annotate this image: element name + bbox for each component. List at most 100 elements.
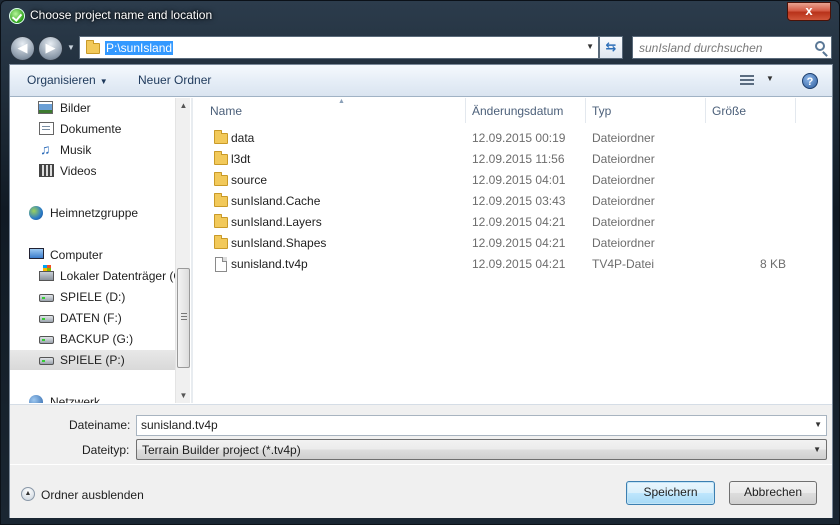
recent-locations-dropdown[interactable]: ▼ xyxy=(67,43,77,53)
table-row[interactable]: sunIsland.Cache 12.09.2015 03:43 Dateior… xyxy=(193,191,832,212)
folder-icon xyxy=(214,193,228,207)
drive-icon xyxy=(39,315,54,323)
column-divider[interactable] xyxy=(705,98,706,123)
back-button[interactable]: ◀ xyxy=(10,36,35,61)
file-date: 12.09.2015 04:21 xyxy=(472,236,566,250)
navigation-pane-scrollbar[interactable]: ▲ ▼ xyxy=(175,98,190,403)
chevron-down-icon[interactable]: ▼ xyxy=(814,420,822,429)
drive-icon xyxy=(39,294,54,302)
computer-icon xyxy=(29,248,44,259)
sidebar-item-netzwerk[interactable]: Netzwerk xyxy=(28,392,175,403)
file-type: Dateiordner xyxy=(592,131,655,145)
table-row[interactable]: l3dt 12.09.2015 11:56 Dateiordner xyxy=(193,149,832,170)
dialog-footer: ▲ Ordner ausblenden Speichern Abbrechen xyxy=(10,465,832,518)
search-input[interactable] xyxy=(639,41,809,55)
column-header-size[interactable]: Größe xyxy=(712,104,746,118)
dialog-client-area: Organisieren ▼ Neuer Ordner ▼ ? Bilder Do… xyxy=(9,64,833,518)
refresh-button[interactable]: ⇆ xyxy=(599,36,623,59)
folder-icon xyxy=(214,172,228,186)
sidebar-item-local-disk-c[interactable]: Lokaler Datenträger (C xyxy=(38,265,182,286)
file-name: sunIsland.Layers xyxy=(231,215,322,229)
sidebar-item-bilder[interactable]: Bilder xyxy=(38,98,175,118)
filetype-selected-value: Terrain Builder project (*.tv4p) xyxy=(142,443,301,457)
filename-combobox[interactable]: ▼ xyxy=(136,415,827,436)
filename-input[interactable] xyxy=(141,418,781,432)
sidebar-item-label: DATEN (F:) xyxy=(60,311,122,325)
sidebar-item-daten-f[interactable]: DATEN (F:) xyxy=(38,308,175,328)
sidebar-item-label: Bilder xyxy=(60,101,91,115)
file-type: TV4P-Datei xyxy=(592,257,655,271)
column-divider[interactable] xyxy=(795,98,796,123)
pictures-icon xyxy=(38,101,53,114)
table-row[interactable]: data 12.09.2015 00:19 Dateiordner xyxy=(193,128,832,149)
file-date: 12.09.2015 04:21 xyxy=(472,215,566,229)
cancel-button[interactable]: Abbrechen xyxy=(729,481,817,505)
sidebar-item-label: Computer xyxy=(50,248,103,262)
file-date: 12.09.2015 04:01 xyxy=(472,173,566,187)
sidebar-item-computer[interactable]: Computer xyxy=(28,245,175,265)
file-list: ▲ Name Änderungsdatum Typ Größe data 12.… xyxy=(193,98,832,403)
sidebar-item-spiele-d[interactable]: SPIELE (D:) xyxy=(38,287,175,307)
scrollbar-thumb[interactable] xyxy=(177,268,190,368)
file-name: source xyxy=(231,173,268,187)
title-bar[interactable]: Choose project name and location x xyxy=(1,1,839,31)
scroll-down-icon[interactable]: ▼ xyxy=(176,388,190,403)
sidebar-item-heimnetzgruppe[interactable]: Heimnetzgruppe xyxy=(28,203,175,223)
file-dialog-window: Choose project name and location x ◀ ▶ ▼… xyxy=(0,0,840,525)
column-divider[interactable] xyxy=(585,98,586,123)
table-row[interactable]: sunIsland.Layers 12.09.2015 04:21 Dateio… xyxy=(193,212,832,233)
organize-label: Organisieren xyxy=(27,73,96,87)
forward-button[interactable]: ▶ xyxy=(38,36,63,61)
scroll-up-icon[interactable]: ▲ xyxy=(176,98,190,113)
sidebar-item-spiele-p[interactable]: SPIELE (P:) xyxy=(10,350,175,370)
filename-label: Dateiname: xyxy=(69,418,131,432)
filetype-select[interactable]: Terrain Builder project (*.tv4p) ▼ xyxy=(136,439,827,460)
column-header-name[interactable]: Name xyxy=(210,104,242,118)
chevron-down-icon: ▼ xyxy=(99,77,108,86)
file-icon xyxy=(215,257,227,272)
hide-folders-label: Ordner ausblenden xyxy=(41,488,144,502)
table-row[interactable]: sunIsland.Shapes 12.09.2015 04:21 Dateio… xyxy=(193,233,832,254)
file-type: Dateiordner xyxy=(592,236,655,250)
collapse-up-icon: ▲ xyxy=(21,487,35,501)
documents-icon xyxy=(39,122,54,135)
file-name: l3dt xyxy=(231,152,251,166)
save-button[interactable]: Speichern xyxy=(626,481,715,505)
address-path[interactable]: P:\sunIsland xyxy=(105,41,174,55)
sidebar-item-musik[interactable]: ♫ Musik xyxy=(38,140,175,160)
close-button[interactable]: x xyxy=(787,2,831,21)
organize-button[interactable]: Organisieren ▼ xyxy=(27,73,108,87)
file-type: Dateiordner xyxy=(592,215,655,229)
navigation-bar: ◀ ▶ ▼ P:\sunIsland ▼ ⇆ xyxy=(1,31,839,63)
column-header-type[interactable]: Typ xyxy=(592,104,611,118)
view-options-button[interactable]: ▼ xyxy=(740,74,774,88)
sidebar-item-dokumente[interactable]: Dokumente xyxy=(38,119,175,139)
new-folder-button[interactable]: Neuer Ordner xyxy=(138,73,211,87)
column-header-date[interactable]: Änderungsdatum xyxy=(472,104,563,118)
filetype-label: Dateityp: xyxy=(82,443,130,457)
sidebar-item-label: Musik xyxy=(60,143,92,157)
command-bar: Organisieren ▼ Neuer Ordner ▼ ? xyxy=(10,65,832,97)
help-icon[interactable]: ? xyxy=(802,73,818,89)
table-row[interactable]: sunisland.tv4p 12.09.2015 04:21 TV4P-Dat… xyxy=(193,254,832,275)
table-row[interactable]: source 12.09.2015 04:01 Dateiordner xyxy=(193,170,832,191)
sidebar-item-label: BACKUP (G:) xyxy=(60,332,134,346)
search-icon[interactable] xyxy=(815,41,825,51)
chevron-down-icon: ▼ xyxy=(813,445,821,454)
address-bar[interactable]: P:\sunIsland ▼ xyxy=(79,36,599,59)
drive-icon xyxy=(39,357,54,365)
sidebar-item-backup-g[interactable]: BACKUP (G:) xyxy=(38,329,175,349)
videos-icon xyxy=(39,164,54,177)
folder-icon xyxy=(214,130,228,144)
column-divider[interactable] xyxy=(465,98,466,123)
search-box[interactable] xyxy=(632,36,832,59)
file-type: Dateiordner xyxy=(592,194,655,208)
folder-icon xyxy=(214,214,228,228)
file-date: 12.09.2015 03:43 xyxy=(472,194,566,208)
sidebar-item-videos[interactable]: Videos xyxy=(38,161,175,181)
folder-icon xyxy=(214,151,228,165)
music-icon: ♫ xyxy=(40,141,51,157)
file-name: sunIsland.Cache xyxy=(231,194,321,208)
address-dropdown-icon[interactable]: ▼ xyxy=(586,42,594,51)
navigation-pane: Bilder Dokumente ♫ Musik Videos Heimnetz… xyxy=(10,98,190,403)
